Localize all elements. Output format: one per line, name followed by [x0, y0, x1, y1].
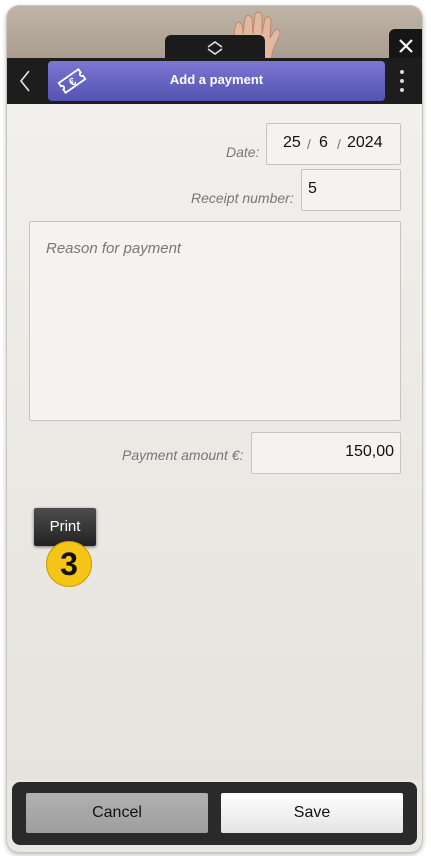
footer-bar: Cancel Save [12, 782, 417, 845]
reason-textarea[interactable]: Reason for payment [29, 221, 401, 421]
app-header: € Add a payment [7, 58, 422, 104]
date-month[interactable]: 6 [319, 134, 328, 152]
dot-icon [400, 70, 404, 75]
reason-placeholder: Reason for payment [46, 240, 182, 257]
close-icon [398, 38, 413, 53]
title-bar: € Add a payment [48, 61, 385, 101]
receipt-label: Receipt number: [191, 190, 294, 206]
app-window: € Add a payment Date: 25 / 6 / 2024 Rece… [7, 6, 422, 852]
dot-icon [400, 87, 404, 92]
date-field[interactable]: 25 / 6 / 2024 [266, 123, 401, 165]
dot-icon [400, 78, 404, 83]
cancel-button[interactable]: Cancel [26, 793, 208, 833]
chevron-up-down-icon [207, 41, 223, 55]
date-label: Date: [226, 144, 260, 160]
date-separator: / [307, 136, 311, 152]
back-button[interactable] [17, 68, 33, 94]
step-badge: 3 [46, 541, 92, 587]
payment-amount-input[interactable]: 150,00 [251, 432, 401, 474]
more-options-button[interactable] [396, 68, 408, 94]
page-title: Add a payment [169, 72, 264, 87]
payment-form: Date: 25 / 6 / 2024 Receipt number: 5 Re… [7, 104, 422, 780]
receipt-number-input[interactable]: 5 [301, 169, 401, 211]
date-day[interactable]: 25 [283, 134, 301, 152]
date-separator: / [337, 136, 341, 152]
chevron-left-icon [19, 70, 30, 92]
date-year[interactable]: 2024 [347, 134, 383, 152]
save-button[interactable]: Save [221, 793, 403, 833]
amount-label: Payment amount €: [122, 447, 244, 463]
camera-background [7, 6, 422, 62]
